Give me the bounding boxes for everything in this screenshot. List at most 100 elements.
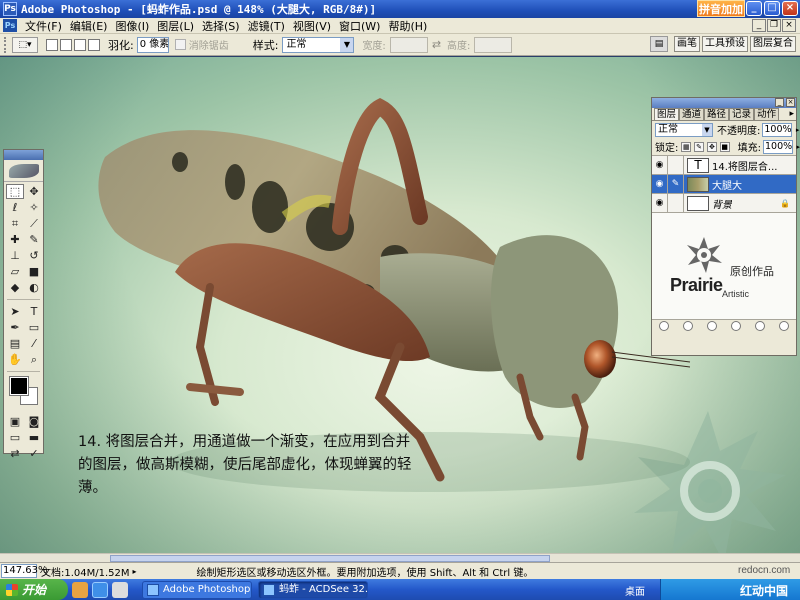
slice-tool-icon[interactable]: ⟋ <box>25 216 43 231</box>
quick-mask-icon[interactable]: ◙ <box>25 414 43 429</box>
feather-logo-icon[interactable] <box>4 160 43 182</box>
lock-position-icon[interactable]: ✥ <box>707 141 717 152</box>
lasso-tool-icon[interactable]: ℓ <box>6 200 24 215</box>
maximize-button[interactable]: □ <box>764 1 780 16</box>
quicklaunch-browser-icon[interactable] <box>72 581 88 598</box>
menu-image[interactable]: 图像(I) <box>111 18 153 34</box>
doc-restore-button[interactable]: ❐ <box>767 19 781 32</box>
layers-list-empty-area[interactable]: 原创作品 Prairie Artistic <box>652 212 796 332</box>
lock-image-icon[interactable]: ✎ <box>694 141 704 152</box>
menu-file[interactable]: 文件(F) <box>21 18 66 34</box>
move-tool-icon[interactable]: ✥ <box>25 184 43 199</box>
layer-row-selected[interactable]: ◉ ✎ 大腿大 <box>652 174 796 194</box>
swap-icon[interactable]: ⇄ <box>432 38 441 51</box>
layer-row[interactable]: ◉ T 14.将图层合... <box>652 155 796 175</box>
subtract-selection-icon[interactable] <box>74 38 86 51</box>
minimize-button[interactable]: _ <box>746 1 762 16</box>
tab-actions[interactable]: 动作 <box>754 108 780 120</box>
eraser-tool-icon[interactable]: ▱ <box>6 264 24 279</box>
doc-close-button[interactable]: × <box>782 19 796 32</box>
foreground-color-swatch[interactable] <box>9 376 29 396</box>
link-icon[interactable] <box>668 155 684 175</box>
tools-palette-header[interactable] <box>4 150 43 160</box>
palette-tab-brushes[interactable]: 画笔 <box>674 36 700 52</box>
history-brush-tool-icon[interactable]: ↺ <box>25 248 43 263</box>
screen-mode-standard-icon[interactable]: ▭ <box>6 430 24 445</box>
clone-stamp-tool-icon[interactable]: ⊥ <box>6 248 24 263</box>
menu-select[interactable]: 选择(S) <box>198 18 244 34</box>
pen-tool-icon[interactable]: ✒ <box>6 320 24 335</box>
quicklaunch-desktop-icon[interactable] <box>112 581 128 598</box>
healing-brush-tool-icon[interactable]: ✚ <box>6 232 24 247</box>
layer-row[interactable]: ◉ 背景 🔒 <box>652 193 796 213</box>
eye-icon[interactable]: ◉ <box>652 155 668 175</box>
palette-minimize-button[interactable]: _ <box>775 98 784 107</box>
zoom-tool-icon[interactable]: ⌕ <box>25 352 43 367</box>
menu-filter[interactable]: 滤镜(T) <box>244 18 289 34</box>
add-selection-icon[interactable] <box>60 38 72 51</box>
shape-tool-icon[interactable]: ▭ <box>25 320 43 335</box>
zoom-input[interactable]: 147.63% <box>1 564 48 578</box>
magic-wand-tool-icon[interactable]: ✧ <box>25 200 43 215</box>
brush-icon[interactable]: ✎ <box>668 174 684 194</box>
width-input[interactable] <box>389 36 428 53</box>
scrollbar-thumb[interactable] <box>110 555 550 562</box>
trash-icon[interactable] <box>779 321 789 331</box>
add-mask-icon[interactable] <box>683 321 693 331</box>
close-button[interactable]: × <box>782 1 798 16</box>
blur-tool-icon[interactable]: ◆ <box>6 280 24 295</box>
fill-input[interactable]: 100% ▸ <box>763 139 800 154</box>
brush-tool-icon[interactable]: ✎ <box>25 232 43 247</box>
menu-view[interactable]: 视图(V) <box>289 18 335 34</box>
new-layer-icon[interactable] <box>755 321 765 331</box>
menu-edit[interactable]: 编辑(E) <box>66 18 112 34</box>
start-button[interactable]: 开始 <box>0 579 68 600</box>
path-selection-tool-icon[interactable]: ➤ <box>6 304 24 319</box>
dodge-tool-icon[interactable]: ◐ <box>25 280 43 295</box>
desktop-toolbar-label[interactable]: 桌面 <box>625 583 645 598</box>
quicklaunch-ie-icon[interactable] <box>92 581 108 598</box>
type-tool-icon[interactable]: T <box>25 304 43 319</box>
tab-channels[interactable]: 通道 <box>679 108 705 120</box>
tab-layers[interactable]: 图层 <box>654 108 680 120</box>
feather-input[interactable]: 0 像素 <box>136 36 169 53</box>
antialias-checkbox[interactable] <box>174 39 186 50</box>
opacity-input[interactable]: 100% ▸ <box>762 122 799 137</box>
intersect-selection-icon[interactable] <box>88 38 100 51</box>
task-acdsee[interactable]: 蚂蚱 - ACDSee 32... <box>258 580 368 599</box>
hand-tool-icon[interactable]: ✋ <box>6 352 24 367</box>
imageready-jump-icon[interactable]: ⇄ <box>6 446 24 461</box>
gradient-tool-icon[interactable]: ■ <box>25 264 43 279</box>
eyedropper-tool-icon[interactable]: ⁄ <box>25 336 43 351</box>
tool-preset-picker[interactable]: ⬚▾ <box>12 36 38 53</box>
screen-mode-full-icon[interactable]: ▬ <box>25 430 43 445</box>
blend-mode-select[interactable]: 正常 ▼ <box>655 122 713 137</box>
menu-help[interactable]: 帮助(H) <box>384 18 431 34</box>
palette-tab-layer-comps[interactable]: 图层复合 <box>750 36 796 52</box>
tab-history[interactable]: 记录 <box>729 108 755 120</box>
new-set-icon[interactable] <box>707 321 717 331</box>
style-select[interactable]: 正常 ▼ <box>282 36 355 53</box>
doc-minimize-button[interactable]: _ <box>752 19 766 32</box>
task-photoshop[interactable]: Adobe Photoshop ... <box>142 580 252 599</box>
layers-palette-header[interactable]: _ × <box>652 98 796 108</box>
extra-tool-icon[interactable]: ✓ <box>25 446 43 461</box>
layer-style-icon[interactable] <box>659 321 669 331</box>
lock-transparency-icon[interactable]: ▦ <box>681 141 692 152</box>
notes-tool-icon[interactable]: ▤ <box>6 336 24 351</box>
lock-all-icon[interactable]: ■ <box>719 141 730 152</box>
eye-icon[interactable]: ◉ <box>652 174 668 194</box>
palette-close-button[interactable]: × <box>786 98 795 107</box>
link-icon[interactable] <box>668 193 684 213</box>
new-selection-icon[interactable] <box>46 38 58 51</box>
menu-layer[interactable]: 图层(L) <box>153 18 198 34</box>
eye-icon[interactable]: ◉ <box>652 193 668 213</box>
menu-window[interactable]: 窗口(W) <box>335 18 384 34</box>
standard-mode-icon[interactable]: ▣ <box>6 414 24 429</box>
status-menu-icon[interactable]: ▸ <box>133 567 137 576</box>
palette-tab-tool-presets[interactable]: 工具预设 <box>702 36 748 52</box>
crop-tool-icon[interactable]: ⌗ <box>6 216 24 231</box>
file-browser-icon[interactable]: ▤ <box>650 36 668 52</box>
palette-menu-icon[interactable]: ▸ <box>789 108 796 120</box>
adjustment-layer-icon[interactable] <box>731 321 741 331</box>
